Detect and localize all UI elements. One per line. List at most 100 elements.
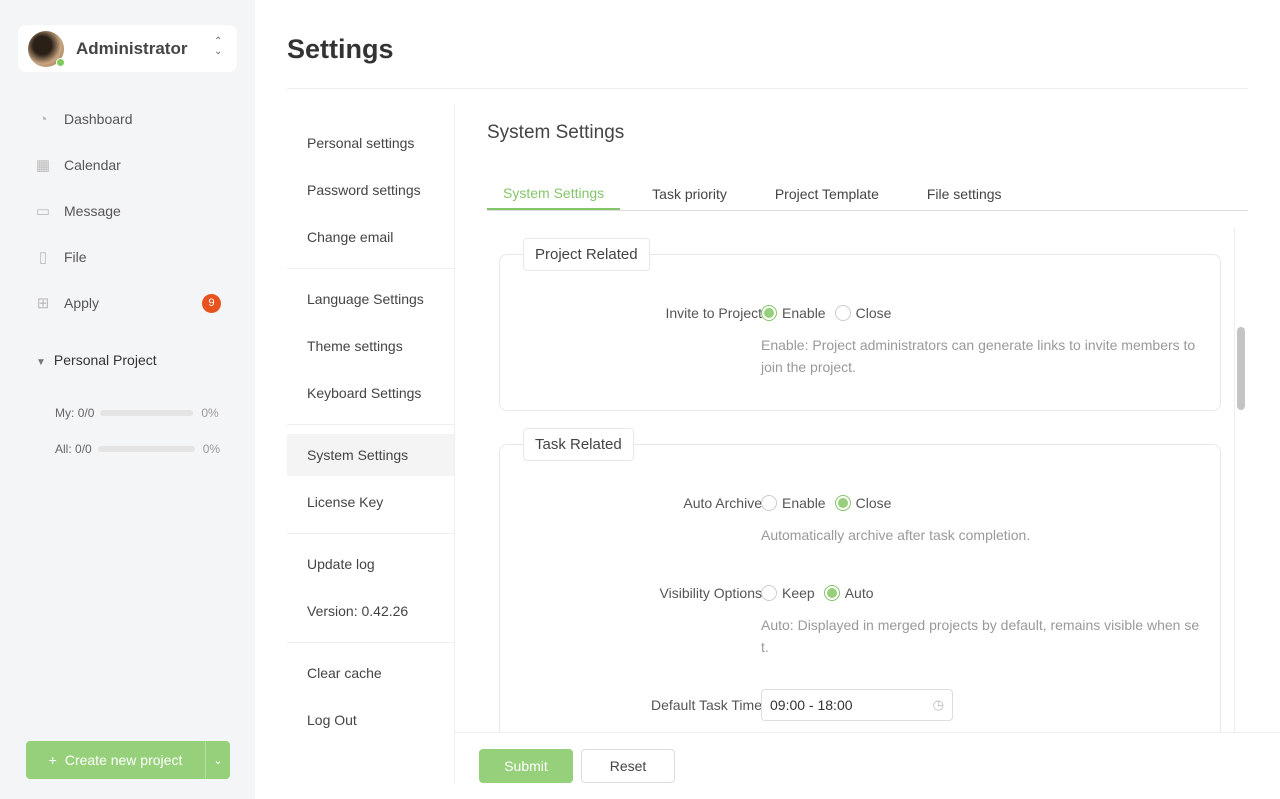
nav-dashboard[interactable]: ◔ Dashboard xyxy=(34,104,224,134)
nav-apply[interactable]: ⊞ Apply 9 xyxy=(34,288,221,318)
radio-label: Close xyxy=(855,495,892,511)
menu-version: Version: 0.42.26 xyxy=(307,603,409,619)
invite-enable-radio[interactable]: Enable xyxy=(761,305,826,321)
divider xyxy=(287,642,454,643)
my-value: 0/0 xyxy=(77,406,95,420)
radio-unchecked xyxy=(761,495,777,511)
chevron-up-down-icon: ⌃ ⌄ xyxy=(214,36,223,57)
nav-message[interactable]: ▭ Message xyxy=(34,196,224,226)
caret-down-icon: ▼ xyxy=(36,357,46,368)
fieldset-project-related: Invite to Project Enable Close Enable: P… xyxy=(499,254,1221,411)
message-icon: ▭ xyxy=(35,203,51,220)
sidebar: Administrator ⌃ ⌄ ◔ Dashboard ▦ Calendar ▭ M… xyxy=(0,0,255,799)
menu-personal-settings[interactable]: Personal settings xyxy=(287,122,454,164)
menu-password-settings[interactable]: Password settings xyxy=(287,169,454,211)
task-time-picker[interactable]: 09:00 - 18:00 ◷ xyxy=(761,689,953,721)
visibility-label: Visibility Options xyxy=(659,585,762,601)
radio-unchecked xyxy=(834,305,851,321)
fieldset-task-related: Auto Archive Enable Close Automatically … xyxy=(499,444,1221,732)
radio-checked xyxy=(823,585,840,601)
all-pct: 0% xyxy=(202,442,221,456)
radio-label: Keep xyxy=(782,585,815,601)
invite-help: Enable: Project administrators can gener… xyxy=(761,337,1196,375)
task-time-value: 09:00 - 18:00 xyxy=(770,697,853,713)
create-dropdown-button[interactable]: ⌄ xyxy=(205,741,230,779)
online-status-dot xyxy=(56,58,65,67)
tab-system-settings[interactable]: System Settings xyxy=(487,178,621,210)
auto-archive-enable-radio[interactable]: Enable xyxy=(761,495,826,511)
settings-tabs: System Settings Task priority Project Te… xyxy=(487,178,1248,211)
nav-label: Dashboard xyxy=(64,111,133,127)
clock-icon: ◷ xyxy=(932,697,944,712)
my-pct: 0% xyxy=(201,406,219,420)
apps-icon: ⊞ xyxy=(36,295,50,312)
menu-language-settings[interactable]: Language Settings xyxy=(287,278,454,320)
personal-project-toggle[interactable]: ▼ Personal Project xyxy=(36,352,157,368)
visibility-radio-group: Keep Auto xyxy=(761,585,883,601)
radio-checked xyxy=(761,305,777,321)
submit-button[interactable]: Submit xyxy=(479,749,573,783)
reset-button[interactable]: Reset xyxy=(581,749,675,783)
all-value: 0/0 xyxy=(75,442,92,456)
menu-change-email[interactable]: Change email xyxy=(287,216,454,258)
task-time-ctl: 09:00 - 18:00 ◷ xyxy=(761,689,953,721)
radio-label: Auto xyxy=(844,585,874,601)
scrollbar-track[interactable] xyxy=(1234,228,1248,732)
radio-unchecked xyxy=(761,585,777,601)
auto-archive-label: Auto Archive xyxy=(683,495,762,511)
tab-file-settings[interactable]: File settings xyxy=(911,178,1018,210)
divider xyxy=(287,533,454,534)
menu-keyboard-settings[interactable]: Keyboard Settings xyxy=(287,372,454,414)
chevron-down-icon: ⌄ xyxy=(213,754,223,767)
user-name: Administrator xyxy=(76,39,188,58)
settings-menu: Personal settings Password settings Chan… xyxy=(287,105,455,783)
invite-close-radio[interactable]: Close xyxy=(834,305,892,321)
radio-label: Enable xyxy=(782,495,826,511)
visibility-keep-radio[interactable]: Keep xyxy=(761,585,815,601)
nav-label: Calendar xyxy=(64,157,121,173)
divider xyxy=(287,268,454,269)
visibility-auto-radio[interactable]: Auto xyxy=(823,585,874,601)
section-title: System Settings xyxy=(487,122,625,143)
tab-project-template[interactable]: Project Template xyxy=(759,178,895,210)
plus-icon: + xyxy=(48,752,57,768)
radio-label: Enable xyxy=(782,305,826,321)
menu-theme-settings[interactable]: Theme settings xyxy=(287,325,454,367)
user-switcher[interactable]: Administrator ⌃ ⌄ xyxy=(18,25,237,72)
all-progress-bar xyxy=(97,446,195,452)
auto-archive-radio-group: Enable Close xyxy=(761,495,900,511)
nav-label: File xyxy=(64,249,87,265)
divider xyxy=(287,424,454,425)
radio-label: Close xyxy=(855,305,892,321)
calendar-icon: ▦ xyxy=(35,157,51,174)
nav-calendar[interactable]: ▦ Calendar xyxy=(34,150,224,180)
menu-system-settings[interactable]: System Settings xyxy=(287,434,454,476)
page-title: Settings xyxy=(287,34,394,64)
all-progress: All: 0/0 0% xyxy=(55,442,220,456)
menu-log-out[interactable]: Log Out xyxy=(287,699,454,741)
tab-task-priority[interactable]: Task priority xyxy=(636,178,743,210)
menu-clear-cache[interactable]: Clear cache xyxy=(287,652,454,694)
project-title: Personal Project xyxy=(53,352,157,368)
create-project-group: + Create new project ⌄ xyxy=(26,741,230,779)
divider xyxy=(287,88,1248,89)
create-label: Create new project xyxy=(64,752,183,768)
menu-update-log[interactable]: Update log xyxy=(287,543,454,585)
my-progress-bar xyxy=(100,410,194,416)
my-label: My: xyxy=(55,406,75,420)
settings-form: Invite to Project Enable Close Enable: P… xyxy=(487,228,1248,732)
radio-checked xyxy=(834,495,851,511)
form-footer xyxy=(455,732,1280,799)
nav-label: Message xyxy=(64,203,121,219)
menu-license-key[interactable]: License Key xyxy=(287,481,454,523)
invite-radio-group: Enable Close xyxy=(761,305,900,321)
scrollbar-thumb[interactable] xyxy=(1237,327,1245,410)
nav-file[interactable]: ▯ File xyxy=(34,242,224,272)
apply-badge: 9 xyxy=(202,293,221,313)
visibility-help: Auto: Displayed in merged projects by de… xyxy=(761,617,1200,655)
my-progress: My: 0/0 0% xyxy=(55,406,219,420)
create-project-button[interactable]: + Create new project xyxy=(26,741,205,779)
all-label: All: xyxy=(55,442,72,456)
dashboard-icon: ◔ xyxy=(38,110,48,128)
auto-archive-close-radio[interactable]: Close xyxy=(834,495,892,511)
